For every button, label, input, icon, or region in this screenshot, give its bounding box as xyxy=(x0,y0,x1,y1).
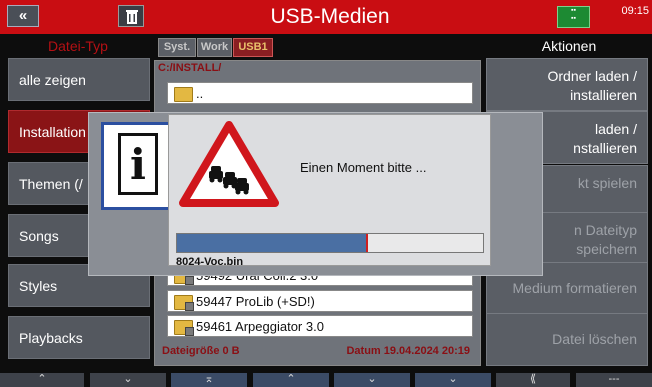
midi-status-icon: ▪▪ ▪▪ xyxy=(557,6,590,28)
locked-folder-icon xyxy=(174,320,194,336)
browser-footer: Dateigröße 0 B Datum 19.04.2024 20:19 xyxy=(158,342,478,360)
tab-syst[interactable]: Syst. xyxy=(158,38,196,57)
end-button[interactable]: ⌄ xyxy=(415,373,491,387)
file-row-label: 59447 ProLib (+SD!) xyxy=(196,294,315,309)
info-glyph: i xyxy=(118,133,158,195)
ordner-laden-button[interactable]: Ordner laden / installieren xyxy=(486,58,648,111)
scroll-down-button[interactable]: ⌄ xyxy=(334,373,410,387)
back-level-button[interactable]: ⟪ xyxy=(496,373,570,387)
datei-loeschen-button[interactable]: Datei löschen xyxy=(486,313,648,366)
file-date: Datum 19.04.2024 20:19 xyxy=(346,345,470,357)
datei-typ-heading: Datei-Typ xyxy=(48,38,108,54)
window-title: USB-Medien xyxy=(270,5,390,28)
current-filename: 8024-Voc.bin xyxy=(176,256,244,268)
file-row-label: 59461 Arpeggiator 3.0 xyxy=(196,319,324,334)
scroll-up-button[interactable]: ⌃ xyxy=(253,373,329,387)
filter-alle-zeigen[interactable]: alle zeigen xyxy=(8,58,150,101)
file-row[interactable]: 59447 ProLib (+SD!) xyxy=(167,290,473,312)
progress-marker xyxy=(366,234,368,252)
clock: 09:15 xyxy=(621,5,649,17)
trash-icon[interactable] xyxy=(118,5,144,27)
page-down-button[interactable]: ⌄ xyxy=(90,373,166,387)
progress-message: Einen Moment bitte ... xyxy=(300,160,427,175)
file-row-label: .. xyxy=(196,86,204,101)
filter-playbacks[interactable]: Playbacks xyxy=(8,316,150,359)
aktionen-heading: Aktionen xyxy=(541,38,597,54)
current-path: C:/INSTALL/ xyxy=(158,62,222,74)
empty-button: --- xyxy=(576,373,652,387)
tab-work[interactable]: Work xyxy=(197,38,232,57)
trash-icon-glyph xyxy=(126,10,138,24)
file-row[interactable]: 59461 Arpeggiator 3.0 xyxy=(167,315,473,337)
top-button[interactable]: ⌅ xyxy=(171,373,247,387)
file-row-parent[interactable]: .. xyxy=(167,82,473,104)
file-size: Dateigröße 0 B xyxy=(162,345,240,357)
folder-icon xyxy=(174,87,193,102)
traffic-jam-warning-icon xyxy=(179,121,279,207)
info-sign-icon: i xyxy=(101,122,175,210)
back-button[interactable]: « xyxy=(7,5,39,27)
locked-folder-icon xyxy=(174,295,194,311)
progress-bar xyxy=(176,233,484,253)
tab-usb1[interactable]: USB1 xyxy=(233,38,273,57)
page-up-button[interactable]: ⌃ xyxy=(0,373,84,387)
progress-fill xyxy=(177,234,367,252)
